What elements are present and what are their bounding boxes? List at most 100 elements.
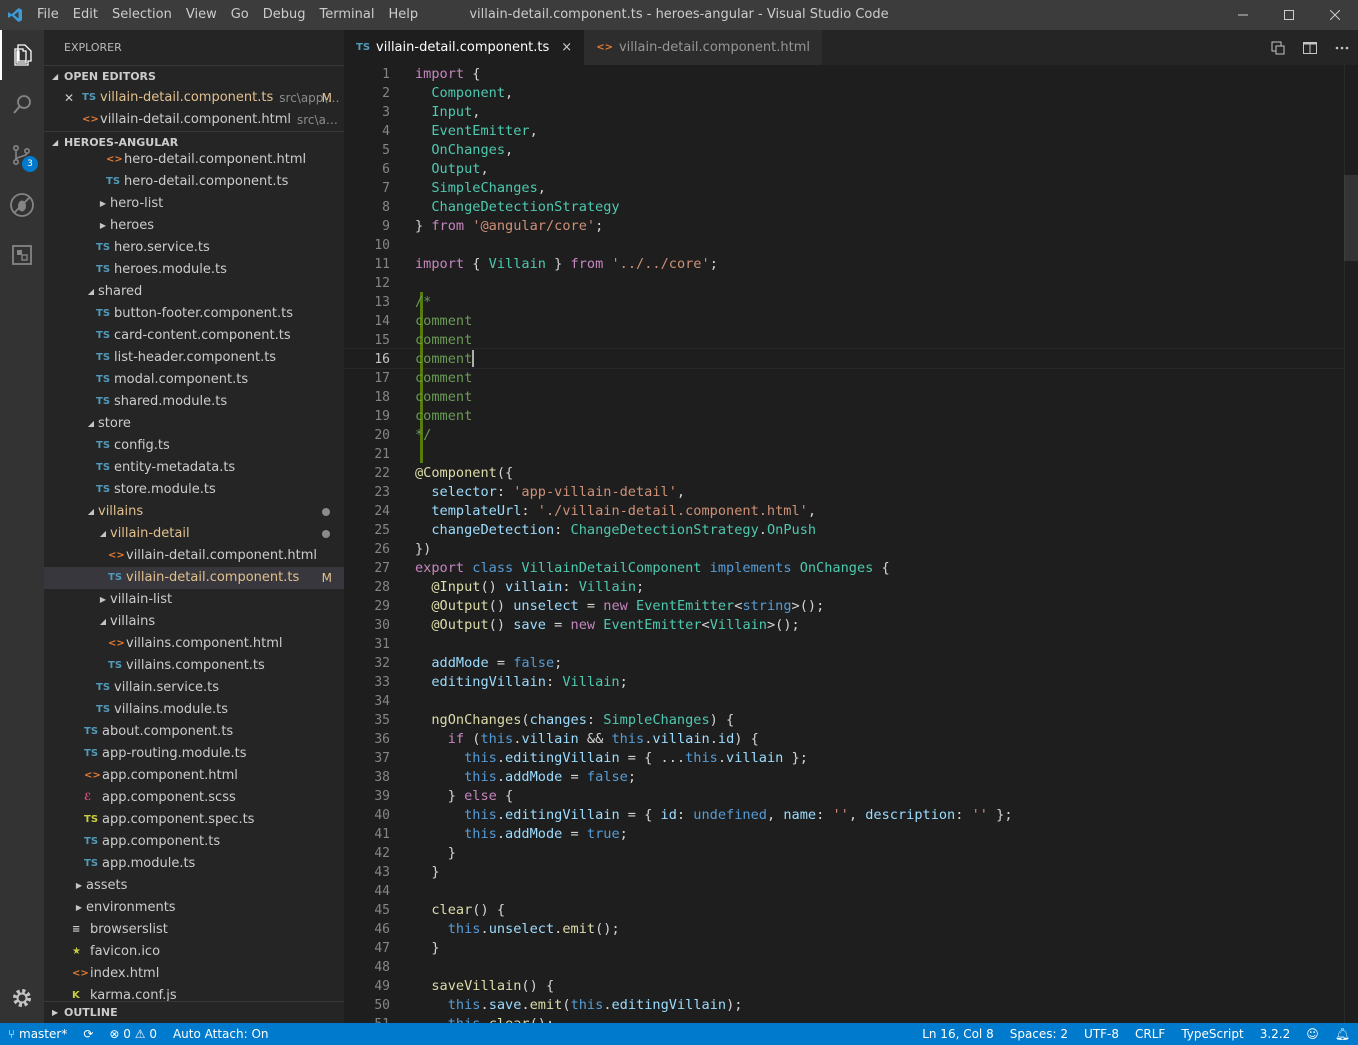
scrollbar-thumb[interactable] xyxy=(1344,175,1358,261)
language-mode[interactable]: TypeScript xyxy=(1173,1023,1251,1045)
code-line[interactable]: @Output() save = new EventEmitter<Villai… xyxy=(415,616,1358,635)
code-line[interactable]: Component, xyxy=(415,84,1358,103)
source-control-activity[interactable]: 3 xyxy=(0,130,44,180)
tree-item[interactable]: TS villain.service.ts xyxy=(44,677,344,699)
open-editor-item[interactable]: ✕ TS villain-detail.component.ts src\app… xyxy=(44,87,344,109)
tree-item[interactable]: TS about.component.ts xyxy=(44,721,344,743)
split-editor-button[interactable] xyxy=(1294,30,1326,65)
code-line[interactable]: ngOnChanges(changes: SimpleChanges) { xyxy=(415,711,1358,730)
code-line[interactable]: } xyxy=(415,863,1358,882)
tree-item[interactable]: TS config.ts xyxy=(44,435,344,457)
code-line[interactable]: Output, xyxy=(415,160,1358,179)
code-line[interactable]: OnChanges, xyxy=(415,141,1358,160)
code-line[interactable]: comment xyxy=(415,350,1358,369)
code-line[interactable]: /* xyxy=(415,293,1358,312)
code-line[interactable]: changeDetection: ChangeDetectionStrategy… xyxy=(415,521,1358,540)
menu-help[interactable]: Help xyxy=(381,0,425,30)
code-line[interactable]: EventEmitter, xyxy=(415,122,1358,141)
menu-selection[interactable]: Selection xyxy=(105,0,179,30)
code-line[interactable]: } xyxy=(415,844,1358,863)
menu-debug[interactable]: Debug xyxy=(256,0,313,30)
tree-folder[interactable]: ◢ villains xyxy=(44,611,344,633)
code-line[interactable]: this.save.emit(this.editingVillain); xyxy=(415,996,1358,1015)
menu-terminal[interactable]: Terminal xyxy=(313,0,382,30)
minimize-button[interactable] xyxy=(1220,0,1266,30)
code-line[interactable]: addMode = false; xyxy=(415,654,1358,673)
tab-villain-detail-html[interactable]: <> villain-detail.component.html xyxy=(584,30,822,65)
explorer-activity[interactable] xyxy=(0,30,44,80)
tree-item[interactable]: ★ favicon.ico xyxy=(44,941,344,963)
open-editor-item[interactable]: <> villain-detail.component.html src\app… xyxy=(44,109,344,131)
code-line[interactable] xyxy=(415,692,1358,711)
code-line[interactable]: ChangeDetectionStrategy xyxy=(415,198,1358,217)
notifications-button[interactable]: 🔔︎ xyxy=(1327,1023,1358,1045)
code-lines[interactable]: import { Component, Input, EventEmitter,… xyxy=(415,65,1358,1023)
tree-item-selected[interactable]: TS villain-detail.component.ts M xyxy=(44,567,344,589)
tree-folder[interactable]: ▶ environments xyxy=(44,897,344,919)
code-line[interactable]: this.addMode = false; xyxy=(415,768,1358,787)
code-line[interactable]: } from '@angular/core'; xyxy=(415,217,1358,236)
search-activity[interactable] xyxy=(0,80,44,130)
code-line[interactable]: export class VillainDetailComponent impl… xyxy=(415,559,1358,578)
encoding[interactable]: UTF-8 xyxy=(1076,1023,1127,1045)
cursor-position[interactable]: Ln 16, Col 8 xyxy=(914,1023,1002,1045)
tree-item[interactable]: <> hero-detail.component.html xyxy=(44,149,344,171)
code-line[interactable] xyxy=(415,445,1358,464)
end-of-line[interactable]: CRLF xyxy=(1127,1023,1173,1045)
code-line[interactable]: comment xyxy=(415,388,1358,407)
tree-folder[interactable]: ▶ villain-list xyxy=(44,589,344,611)
code-line[interactable]: comment xyxy=(415,312,1358,331)
code-editor[interactable]: 1 2 3 4 5 6 7 8 9 10 11 12 13 14 15 16 17 18 19 20 21 22 23 24 2… xyxy=(344,65,1358,1023)
code-line[interactable] xyxy=(415,958,1358,977)
code-line[interactable]: SimpleChanges, xyxy=(415,179,1358,198)
code-line[interactable] xyxy=(415,882,1358,901)
code-line[interactable]: comment xyxy=(415,369,1358,388)
code-line[interactable]: comment xyxy=(415,331,1358,350)
tree-item[interactable]: <> villain-detail.component.html xyxy=(44,545,344,567)
code-line[interactable]: this.editingVillain = { ...this.villain … xyxy=(415,749,1358,768)
tree-item[interactable]: ℰapp.component.scss xyxy=(44,787,344,809)
tree-item[interactable]: TS entity-metadata.ts xyxy=(44,457,344,479)
manage-activity[interactable] xyxy=(0,973,44,1023)
code-line[interactable]: import { Villain } from '../../core'; xyxy=(415,255,1358,274)
tree-item[interactable]: TS hero-detail.component.ts xyxy=(44,171,344,193)
open-changes-button[interactable] xyxy=(1262,30,1294,65)
code-line[interactable]: @Input() villain: Villain; xyxy=(415,578,1358,597)
tree-folder[interactable]: ◢ store xyxy=(44,413,344,435)
debug-activity[interactable] xyxy=(0,180,44,230)
tree-folder[interactable]: ▶ heroes xyxy=(44,215,344,237)
tree-folder[interactable]: ◢ villains xyxy=(44,501,344,523)
tree-item[interactable]: TS villains.module.ts xyxy=(44,699,344,721)
tree-item[interactable]: <> index.html xyxy=(44,963,344,985)
extensions-activity[interactable] xyxy=(0,230,44,280)
tree-item[interactable]: TS list-header.component.ts xyxy=(44,347,344,369)
feedback-button[interactable]: ☺ xyxy=(1298,1023,1327,1045)
menu-edit[interactable]: Edit xyxy=(66,0,105,30)
code-line[interactable]: Input, xyxy=(415,103,1358,122)
code-line[interactable]: this.clear(); xyxy=(415,1015,1358,1023)
tree-item[interactable]: TS hero.service.ts xyxy=(44,237,344,259)
tree-item[interactable]: TS modal.component.ts xyxy=(44,369,344,391)
tree-item[interactable]: TS button-footer.component.ts xyxy=(44,303,344,325)
tree-item[interactable]: <> villains.component.html xyxy=(44,633,344,655)
typescript-version[interactable]: 3.2.2 xyxy=(1252,1023,1299,1045)
tree-item[interactable]: TS heroes.module.ts xyxy=(44,259,344,281)
sync-button[interactable]: ⟳ xyxy=(75,1023,101,1045)
code-line[interactable]: @Output() unselect = new EventEmitter<st… xyxy=(415,597,1358,616)
code-line[interactable]: import { xyxy=(415,65,1358,84)
maximize-button[interactable] xyxy=(1266,0,1312,30)
tree-item[interactable]: TS app.module.ts xyxy=(44,853,344,875)
tree-folder[interactable]: ▶ assets xyxy=(44,875,344,897)
tab-villain-detail-ts[interactable]: TS villain-detail.component.ts × xyxy=(344,30,585,65)
code-line[interactable] xyxy=(415,274,1358,293)
code-line[interactable]: this.addMode = true; xyxy=(415,825,1358,844)
code-line[interactable] xyxy=(415,236,1358,255)
menu-file[interactable]: File xyxy=(30,0,66,30)
branch-status[interactable]: ⑂ master* xyxy=(0,1023,75,1045)
close-editor-icon[interactable]: ✕ xyxy=(64,87,82,109)
code-line[interactable]: } else { xyxy=(415,787,1358,806)
close-window-button[interactable] xyxy=(1312,0,1358,30)
tree-item[interactable]: TS app-routing.module.ts xyxy=(44,743,344,765)
code-line[interactable]: comment xyxy=(415,407,1358,426)
indentation[interactable]: Spaces: 2 xyxy=(1002,1023,1076,1045)
